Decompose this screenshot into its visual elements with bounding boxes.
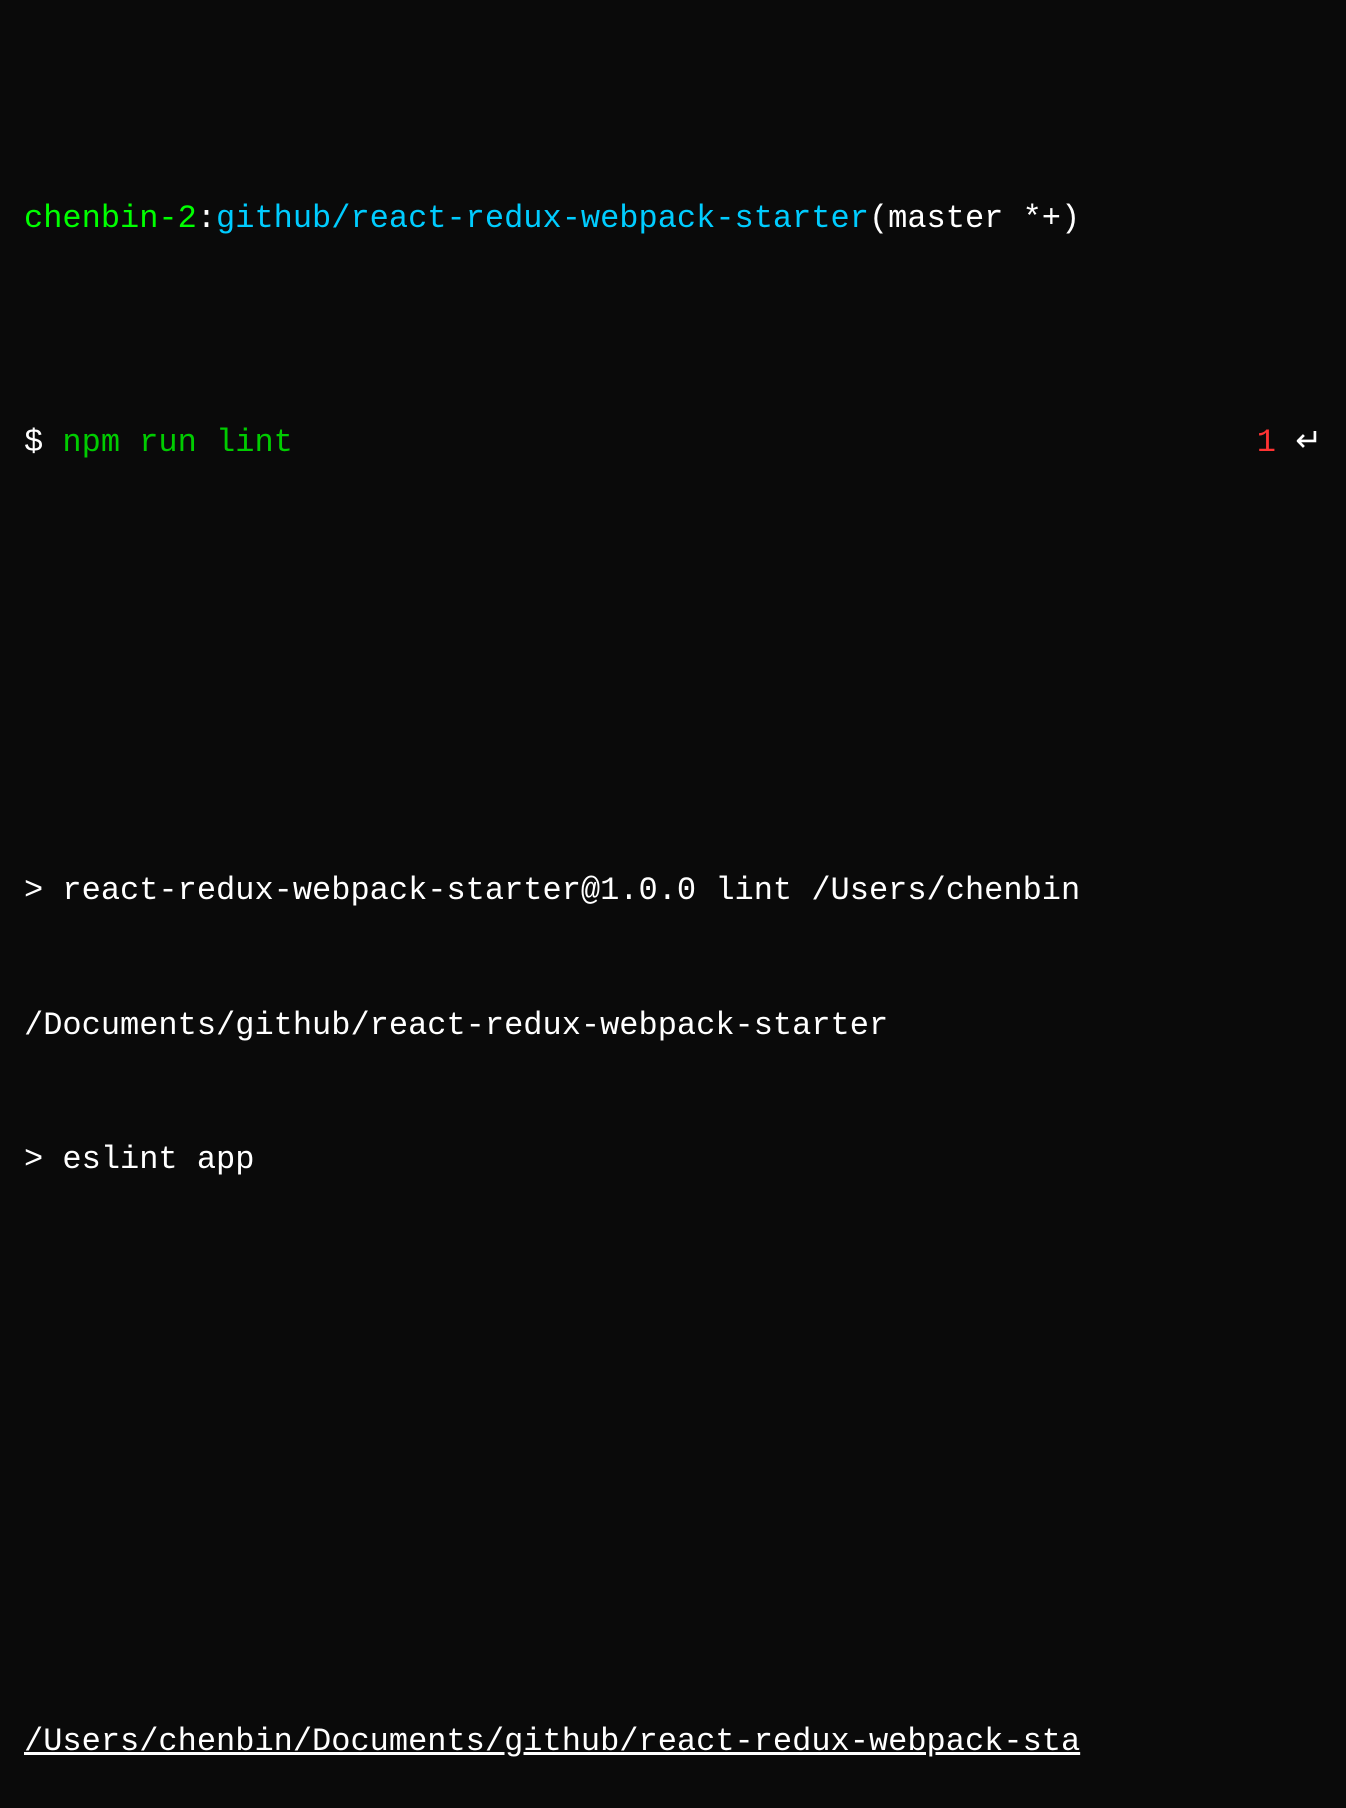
repo-path: github/react-redux-webpack-starter <box>216 200 869 237</box>
dollar-sign: $ <box>24 421 43 466</box>
title-line: chenbin-2:github/react-redux-webpack-sta… <box>24 197 1322 242</box>
blank-line-2 <box>24 1362 1322 1407</box>
prompt-line: $ npm run lint 1 ↵ <box>24 421 1322 466</box>
separator: : <box>197 200 216 237</box>
username: chenbin-2 <box>24 200 197 237</box>
npm-output-line1: > react-redux-webpack-starter@1.0.0 lint… <box>24 869 1322 914</box>
blank-line-1 <box>24 645 1322 690</box>
job-number: 1 <box>1257 421 1276 466</box>
npm-output-line2: /Documents/github/react-redux-webpack-st… <box>24 1004 1322 1049</box>
branch: (master *+) <box>869 200 1080 237</box>
command-text: npm run lint <box>43 421 293 466</box>
npm-output-line3: > eslint app <box>24 1138 1322 1183</box>
blank-line-3 <box>24 1496 1322 1541</box>
terminal-window: chenbin-2:github/react-redux-webpack-sta… <box>24 18 1322 1808</box>
file1-path-line1: /Users/chenbin/Documents/github/react-re… <box>24 1720 1322 1765</box>
return-arrow: ↵ <box>1276 421 1322 466</box>
